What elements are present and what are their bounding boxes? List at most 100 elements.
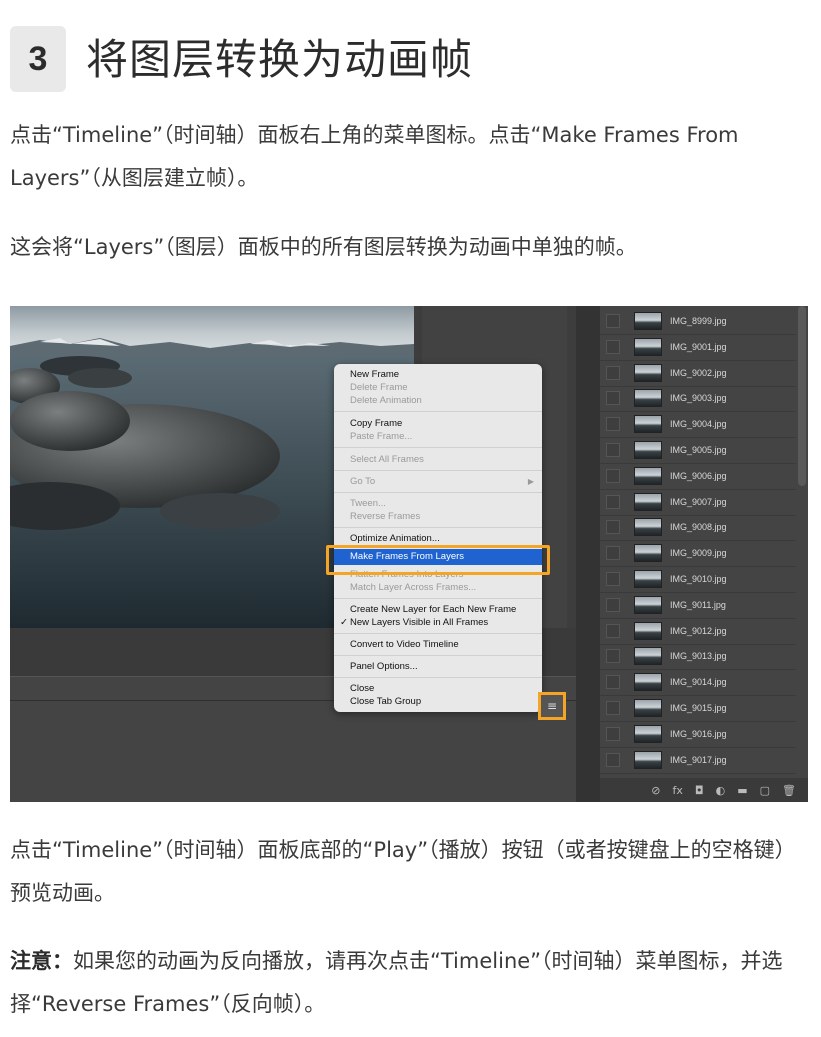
layer-name: IMG_9008.jpg	[670, 522, 727, 533]
visibility-toggle-icon[interactable]	[606, 468, 620, 483]
visibility-toggle-icon[interactable]	[606, 391, 620, 406]
menu-item-convert-to-video-timeline[interactable]: Convert to Video Timeline	[350, 639, 459, 650]
layer-thumbnail	[634, 750, 662, 769]
photoshop-screenshot: IMG_8999.jpg IMG_9001.jpg IMG_9002.jpg IMG_…	[10, 306, 808, 802]
menu-item-delete-frame[interactable]: Delete Frame	[350, 382, 408, 393]
menu-item-copy-frame[interactable]: Copy Frame	[350, 418, 402, 429]
layer-row[interactable]: IMG_9003.jpg	[600, 385, 796, 413]
layer-thumbnail	[634, 441, 662, 459]
layer-row[interactable]: IMG_9015.jpg	[600, 695, 796, 722]
layer-name: IMG_9016.jpg	[670, 728, 727, 739]
visibility-toggle-icon[interactable]	[606, 752, 620, 767]
layer-row[interactable]: IMG_9012.jpg	[600, 618, 796, 645]
layer-thumbnail	[634, 389, 662, 408]
visibility-toggle-icon[interactable]	[606, 546, 620, 561]
layer-row[interactable]: IMG_9008.jpg	[600, 514, 796, 542]
folder-icon[interactable]: ▬	[737, 784, 747, 797]
layer-name: IMG_9006.jpg	[670, 470, 727, 481]
timeline-menu-button[interactable]: ≡	[538, 692, 566, 720]
visibility-toggle-icon[interactable]	[606, 675, 620, 690]
layer-row[interactable]: IMG_9002.jpg	[600, 360, 796, 387]
link-icon[interactable]: ⊘	[651, 784, 660, 797]
submenu-arrow-icon: ▶	[527, 477, 534, 486]
layer-name: IMG_9015.jpg	[670, 703, 727, 713]
instruction-paragraph-2: 这会将“Layers”（图层）面板中的所有图层转换为动画中单独的帧。	[10, 235, 637, 259]
trash-icon[interactable]: 🗑	[782, 784, 796, 797]
menu-item-go-to[interactable]: Go To	[350, 476, 375, 487]
layer-row[interactable]: IMG_9014.jpg	[600, 669, 796, 697]
layer-thumbnail	[634, 570, 662, 588]
visibility-toggle-icon[interactable]	[606, 597, 620, 612]
layer-name: IMG_9009.jpg	[670, 548, 727, 559]
visibility-toggle-icon[interactable]	[606, 520, 620, 535]
menu-item-tween[interactable]: Tween...	[350, 498, 386, 509]
layer-thumbnail	[634, 337, 662, 356]
layer-row[interactable]: IMG_9001.jpg	[600, 334, 796, 361]
layers-scrollbar[interactable]	[798, 306, 806, 486]
menu-item-select-all-frames[interactable]: Select All Frames	[350, 454, 424, 465]
layer-thumbnail	[634, 647, 662, 666]
visibility-toggle-icon[interactable]	[606, 314, 620, 328]
layer-name: IMG_9011.jpg	[670, 599, 726, 610]
visibility-toggle-icon[interactable]	[606, 701, 620, 715]
layer-thumbnail	[634, 518, 662, 537]
hamburger-icon: ≡	[546, 699, 558, 713]
menu-item-panel-options[interactable]: Panel Options...	[350, 661, 418, 672]
layer-row[interactable]: IMG_8999.jpg	[600, 308, 796, 335]
layer-name: IMG_9001.jpg	[670, 341, 727, 352]
layer-thumbnail	[634, 363, 662, 382]
highlight-box	[326, 545, 550, 575]
layer-name: IMG_9013.jpg	[670, 651, 727, 662]
new-layer-icon[interactable]: ▢	[760, 784, 770, 797]
menu-item-optimize-animation[interactable]: Optimize Animation...	[350, 533, 440, 544]
menu-item-paste-frame[interactable]: Paste Frame...	[350, 431, 412, 442]
layer-thumbnail	[634, 595, 662, 614]
layer-thumbnail	[634, 492, 662, 511]
menu-item-close[interactable]: Close	[350, 683, 374, 694]
timeline-flyout-menu: New Frame Delete Frame Delete Animation …	[334, 364, 542, 712]
menu-item-reverse-frames[interactable]: Reverse Frames	[350, 511, 420, 522]
menu-item-create-new-layer[interactable]: Create New Layer for Each New Frame	[350, 604, 516, 615]
layer-thumbnail	[634, 699, 662, 717]
layer-thumbnail	[634, 312, 662, 330]
layer-thumbnail	[634, 466, 662, 485]
layer-name: IMG_9012.jpg	[670, 625, 727, 636]
layer-row[interactable]: IMG_9009.jpg	[600, 540, 796, 568]
mask-icon[interactable]: ◘	[695, 784, 704, 797]
menu-item-close-tab-group[interactable]: Close Tab Group	[350, 696, 421, 707]
visibility-toggle-icon[interactable]	[606, 417, 620, 432]
instruction-paragraph-3: 点击“Timeline”（时间轴）面板底部的“Play”（播放）按钮（或者按键盘…	[10, 838, 796, 905]
layer-row[interactable]: IMG_9006.jpg	[600, 463, 796, 490]
layer-thumbnail	[634, 544, 662, 563]
layer-row[interactable]: IMG_9004.jpg	[600, 411, 796, 439]
layer-row[interactable]: IMG_9007.jpg	[600, 489, 796, 516]
visibility-toggle-icon[interactable]	[606, 443, 620, 457]
visibility-toggle-icon[interactable]	[606, 649, 620, 664]
layer-row[interactable]: IMG_9005.jpg	[600, 437, 796, 464]
step-number-badge: 3	[10, 26, 66, 92]
visibility-toggle-icon[interactable]	[606, 365, 620, 380]
layer-name: IMG_9007.jpg	[670, 496, 727, 507]
note-paragraph: 注意：如果您的动画为反向播放，请再次点击“Timeline”（时间轴）菜单图标，…	[10, 940, 810, 1026]
menu-item-new-layers-visible[interactable]: New Layers Visible in All Frames	[350, 617, 488, 628]
menu-item-new-frame[interactable]: New Frame	[350, 369, 399, 380]
visibility-toggle-icon[interactable]	[606, 623, 620, 638]
menu-item-delete-animation[interactable]: Delete Animation	[350, 395, 422, 406]
layer-row[interactable]: IMG_9013.jpg	[600, 643, 796, 671]
layer-name: IMG_9017.jpg	[670, 754, 727, 765]
layer-thumbnail	[634, 621, 662, 640]
layer-name: IMG_9003.jpg	[670, 393, 727, 404]
menu-item-match-layer[interactable]: Match Layer Across Frames...	[350, 582, 476, 593]
layer-row[interactable]: IMG_9011.jpg	[600, 592, 796, 619]
fx-icon[interactable]: fx	[673, 784, 683, 797]
layer-row[interactable]: IMG_9010.jpg	[600, 566, 796, 593]
adjustment-icon[interactable]: ◐	[716, 784, 726, 797]
visibility-toggle-icon[interactable]	[606, 572, 620, 586]
visibility-toggle-icon[interactable]	[606, 726, 620, 741]
layer-row[interactable]: IMG_9017.jpg	[600, 747, 796, 774]
visibility-toggle-icon[interactable]	[606, 339, 620, 354]
layer-name: IMG_8999.jpg	[670, 316, 727, 326]
layer-row[interactable]: IMG_9016.jpg	[600, 721, 796, 748]
layer-thumbnail	[634, 415, 662, 434]
visibility-toggle-icon[interactable]	[606, 494, 620, 509]
